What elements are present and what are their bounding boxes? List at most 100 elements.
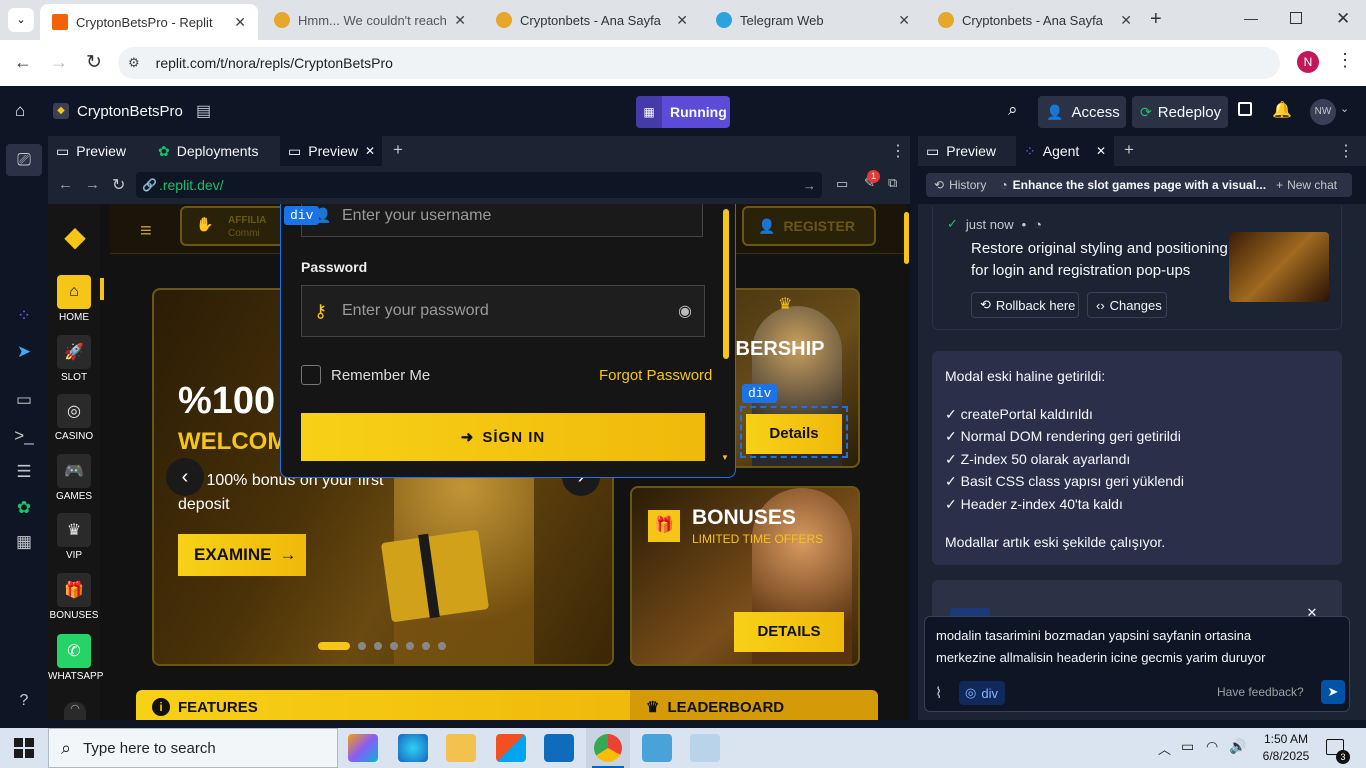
tab-close-icon[interactable]: ✕ <box>365 144 375 158</box>
mail-icon[interactable] <box>544 734 574 762</box>
scroll-down-icon[interactable]: ▼ <box>721 453 729 462</box>
site-info-icon[interactable]: ⚙ <box>128 55 140 71</box>
windows-start-icon[interactable] <box>14 738 34 758</box>
browser-tab-3[interactable]: Cryptonbets - Ana Sayfa ✕ <box>484 0 700 40</box>
reload-icon[interactable]: ↻ <box>86 51 102 74</box>
carousel-dot[interactable] <box>358 642 366 650</box>
panel-divider[interactable] <box>910 136 918 720</box>
modal-scrollbar[interactable] <box>723 209 729 359</box>
tab-search-chevron-icon[interactable]: ⌄ <box>8 8 34 32</box>
panel-menu-icon[interactable]: ⋮ <box>890 141 906 161</box>
leaderboard-strip[interactable]: ♛ LEADERBOARD <box>630 690 878 720</box>
tab-agent[interactable]: ⁘ Agent ✕ <box>1016 136 1114 166</box>
wifi-icon[interactable]: ◠ <box>1206 738 1218 755</box>
help-icon[interactable]: ? <box>0 692 48 710</box>
tray-chevron-icon[interactable]: ︿ <box>1158 739 1171 758</box>
carousel-dot[interactable] <box>422 642 430 650</box>
forgot-password-link[interactable]: Forgot Password <box>599 367 712 384</box>
preview-monitor-icon[interactable]: ▭ <box>0 390 48 410</box>
tab-close-icon[interactable]: ✕ <box>676 12 688 29</box>
forward-icon[interactable]: → <box>50 52 68 73</box>
close-window-icon[interactable]: ✕ <box>1336 9 1350 29</box>
preview-forward-icon[interactable]: → <box>85 176 100 193</box>
attach-paperclip-icon[interactable]: ⌇ <box>935 684 942 702</box>
feedback-link[interactable]: Have feedback? <box>1217 685 1304 699</box>
remember-checkbox[interactable] <box>301 365 321 385</box>
browser-menu-icon[interactable]: ⋮ <box>1336 50 1354 71</box>
project-name[interactable]: CryptonBetsPro <box>77 103 183 120</box>
register-button[interactable]: 👤 REGISTER <box>742 206 876 246</box>
copilot-icon[interactable] <box>348 734 378 762</box>
signin-button[interactable]: ➜ SİGN IN <box>301 413 705 461</box>
browser-tab-2[interactable]: Hmm... We couldn't reach th ✕ <box>262 0 478 40</box>
screenshot-thumbnail[interactable] <box>1229 232 1329 302</box>
element-chip[interactable]: ◎ div <box>959 681 1005 705</box>
tab-close-icon[interactable]: ✕ <box>454 12 466 29</box>
deployments-icon[interactable]: ✿ <box>0 498 48 518</box>
browser-tab-5[interactable]: Cryptonbets - Ana Sayfa ✕ <box>926 0 1144 40</box>
access-button[interactable]: 👤 Access <box>1038 96 1126 128</box>
carousel-dot[interactable] <box>406 642 414 650</box>
chevron-down-icon[interactable]: ⌄ <box>1340 102 1349 115</box>
redeploy-button[interactable]: ⟳ Redeploy <box>1132 96 1228 128</box>
tab-preview-active[interactable]: ▭ Preview ✕ <box>280 136 382 166</box>
password-input[interactable]: ⚷ Enter your password ◉ <box>301 285 705 337</box>
chrome-taskbar-active[interactable] <box>586 728 630 768</box>
history-icon[interactable]: ⟲ <box>934 178 944 192</box>
profile-avatar[interactable]: N <box>1297 51 1319 73</box>
home-icon[interactable]: ⌂ <box>15 101 25 121</box>
preview-reload-icon[interactable]: ↻ <box>112 175 125 195</box>
chat-input-box[interactable]: ✕ modalin tasarimini bozmadan yapsini sa… <box>924 605 1350 712</box>
plus-icon[interactable]: + <box>1276 178 1283 192</box>
preview-url-input[interactable]: 🔗 .replit.dev/ → <box>136 172 822 198</box>
new-tab-plus-icon[interactable]: + <box>1150 8 1162 31</box>
file-explorer-icon[interactable] <box>446 734 476 762</box>
tab-close-icon[interactable]: ✕ <box>234 14 246 31</box>
go-arrow-icon[interactable]: → <box>803 178 816 193</box>
add-tab-plus-icon[interactable]: + <box>393 140 403 160</box>
app-icon[interactable] <box>642 734 672 762</box>
workspace-icon[interactable] <box>1238 102 1252 116</box>
carousel-dot[interactable] <box>374 642 382 650</box>
maximize-icon[interactable] <box>1290 12 1302 24</box>
ms-store-icon[interactable] <box>496 734 526 762</box>
nav-casino[interactable]: ◎ CASINO <box>48 394 100 442</box>
all-tools-icon[interactable]: ▦ <box>0 532 48 552</box>
site-logo-diamond-icon[interactable]: ◆ <box>60 222 90 252</box>
devices-icon[interactable]: ▭ <box>836 176 848 192</box>
taskbar-search[interactable]: ⌕ Type here to search <box>48 728 338 768</box>
nav-bonuses[interactable]: 🎁 BONUSES <box>48 573 100 621</box>
send-icon[interactable]: ➤ <box>1321 680 1345 704</box>
examine-button[interactable]: EXAMINE → <box>178 534 306 576</box>
close-icon[interactable]: ✕ <box>1303 605 1321 623</box>
tab-preview[interactable]: ▭ Preview <box>48 136 134 166</box>
preview-back-icon[interactable]: ← <box>58 176 73 193</box>
address-bar[interactable]: ⚙ replit.com/t/nora/repls/CryptonBetsPro <box>118 47 1280 79</box>
rollback-button[interactable]: ⟲ Rollback here <box>971 292 1079 318</box>
bonuses-details-button[interactable]: DETAILS <box>734 612 844 652</box>
user-avatar[interactable]: NW <box>1310 99 1336 125</box>
minimize-icon[interactable]: — <box>1244 10 1258 26</box>
volume-icon[interactable]: 🔊 <box>1229 738 1246 755</box>
changes-button[interactable]: ‹› Changes <box>1087 292 1167 318</box>
back-icon[interactable]: ← <box>14 52 32 73</box>
agent-icon[interactable]: ⁘ <box>0 306 48 326</box>
features-strip[interactable]: i FEATURES <box>136 690 630 720</box>
hamburger-menu-icon[interactable]: ≡ <box>140 220 152 243</box>
username-input[interactable]: 👤 Enter your username <box>301 204 703 237</box>
bell-icon[interactable]: 🔔 <box>1272 100 1292 120</box>
carousel-dot[interactable] <box>438 642 446 650</box>
browser-tab-1[interactable]: CryptonBetsPro - Replit ✕ <box>40 4 258 40</box>
carousel-prev-icon[interactable]: ‹ <box>166 458 204 496</box>
support-headset-icon[interactable]: ◠ <box>64 702 86 720</box>
files-icon[interactable]: ▤ <box>196 101 211 121</box>
nav-games[interactable]: 🎮 GAMES <box>48 454 100 502</box>
console-icon[interactable]: >_ <box>0 426 48 446</box>
nav-home[interactable]: ⌂ HOME <box>48 275 100 323</box>
files-panel-icon[interactable]: ⎚ <box>6 144 42 176</box>
page-scrollbar[interactable] <box>904 212 909 264</box>
thread-title[interactable]: Enhance the slot games page with a visua… <box>1013 178 1266 192</box>
carousel-dot[interactable] <box>390 642 398 650</box>
nav-vip[interactable]: ♛ VIP <box>48 513 100 561</box>
tab-deployments[interactable]: ✿ Deployments <box>150 136 266 166</box>
